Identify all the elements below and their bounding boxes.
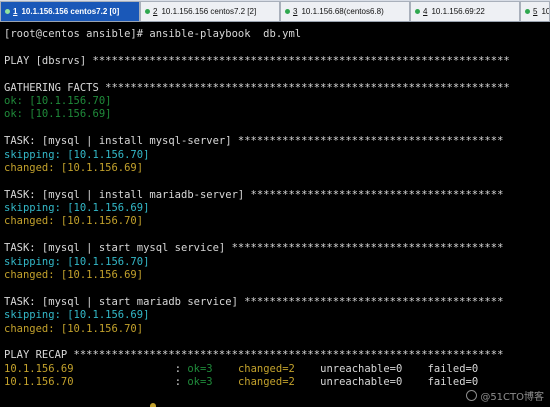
terminal-line: skipping: [10.1.156.69] bbox=[4, 202, 546, 215]
session-tab-4[interactable]: 4 10.1.156.69:22 bbox=[410, 1, 520, 21]
terminal-text-plain: unreachable=0 failed=0 bbox=[294, 362, 479, 375]
tab-number: 1 bbox=[13, 7, 18, 16]
terminal-line: 10.1.156.69 : ok=3 changed=2 unreachable… bbox=[4, 363, 546, 376]
terminal-text-changed: changed=2 bbox=[237, 376, 295, 389]
connection-status-icon bbox=[285, 9, 290, 14]
terminal-line: TASK: [mysql | install mysql-server] ***… bbox=[4, 135, 546, 148]
terminal-line: skipping: [10.1.156.69] bbox=[4, 309, 546, 322]
terminal-text-ok: ok: [10.1.156.70] bbox=[4, 94, 112, 107]
terminal-line: ok: [10.1.156.69] bbox=[4, 108, 546, 121]
terminal-line: TASK: [mysql | start mysql service] ****… bbox=[4, 242, 546, 255]
terminal-text-plain: TASK: [mysql | start mariadb service] **… bbox=[4, 295, 504, 308]
terminal-line: 10.1.156.70 : ok=3 changed=2 unreachable… bbox=[4, 376, 546, 389]
terminal-text-skip: skipping: [10.1.156.70] bbox=[4, 148, 150, 161]
terminal-line: skipping: [10.1.156.70] bbox=[4, 256, 546, 269]
terminal-text-plain: PLAY RECAP *****************************… bbox=[4, 349, 504, 362]
watermark-logo-icon bbox=[466, 390, 478, 401]
session-tab-5[interactable]: 510.1 bbox=[520, 1, 550, 21]
terminal-text-skip: skipping: [10.1.156.69] bbox=[4, 309, 150, 322]
terminal-line: changed: [10.1.156.69] bbox=[4, 162, 546, 175]
terminal-line: TASK: [mysql | start mariadb service] **… bbox=[4, 296, 546, 309]
terminal-text-changed: changed: [10.1.156.69] bbox=[4, 161, 144, 174]
terminal-text-changed: changed: [10.1.156.69] bbox=[4, 269, 144, 282]
terminal-line: skipping: [10.1.156.70] bbox=[4, 149, 546, 162]
terminal-line: GATHERING FACTS ************************… bbox=[4, 82, 546, 95]
tab-label: 10.1.156.156 centos7.2 [0] bbox=[21, 7, 120, 16]
terminal-text-plain: TASK: [mysql | install mariadb-server] *… bbox=[4, 188, 504, 201]
terminal-text-plain: GATHERING FACTS ************************… bbox=[4, 81, 510, 94]
session-tab-bar: 1 10.1.156.156 centos7.2 [0] 2 10.1.156.156… bbox=[0, 0, 550, 22]
terminal-line: PLAY [dbsrvs] **************************… bbox=[4, 55, 546, 68]
terminal-line: TASK: [mysql | install mariadb-server] *… bbox=[4, 189, 546, 202]
connection-status-icon bbox=[525, 9, 530, 14]
tab-number: 4 bbox=[423, 7, 428, 16]
tab-label: 10.1 bbox=[541, 7, 550, 16]
terminal-text-plain: : bbox=[73, 362, 188, 375]
terminal-text-changed: 10.1.156.69 bbox=[4, 362, 74, 375]
terminal-text-skip: skipping: [10.1.156.70] bbox=[4, 255, 150, 268]
terminal-text-ok: ok: [10.1.156.69] bbox=[4, 108, 112, 121]
mouse-cursor-icon bbox=[150, 403, 156, 407]
terminal-output[interactable]: [root@centos ansible]# ansible-playbook … bbox=[0, 22, 550, 407]
terminal-text-plain: unreachable=0 failed=0 bbox=[294, 376, 479, 389]
terminal-text-plain: [root@centos ansible]# ansible-playbook … bbox=[4, 28, 302, 40]
terminal-line: PLAY RECAP *****************************… bbox=[4, 349, 546, 362]
terminal-text-plain bbox=[213, 376, 238, 388]
terminal-line: changed: [10.1.156.69] bbox=[4, 269, 546, 282]
terminal-line: changed: [10.1.156.70] bbox=[4, 215, 546, 228]
terminal-text-skip: skipping: [10.1.156.69] bbox=[4, 202, 150, 215]
terminal-text-ok: ok=3 bbox=[187, 362, 213, 375]
terminal-text-changed: changed: [10.1.156.70] bbox=[4, 215, 144, 228]
terminal-text-changed: 10.1.156.70 bbox=[4, 376, 74, 389]
session-tab-1[interactable]: 1 10.1.156.156 centos7.2 [0] bbox=[0, 1, 140, 21]
terminal-text-plain bbox=[213, 363, 238, 375]
watermark: @51CTO博客 bbox=[466, 388, 544, 403]
session-tab-3[interactable]: 3 10.1.156.68(centos6.8) bbox=[280, 1, 410, 21]
connection-status-icon bbox=[145, 9, 150, 14]
watermark-text: @51CTO博客 bbox=[480, 392, 544, 403]
tab-number: 3 bbox=[293, 7, 298, 16]
tab-label: 10.1.156.69:22 bbox=[431, 7, 485, 16]
terminal-text-ok: ok=3 bbox=[187, 376, 213, 389]
terminal-text-plain: PLAY [dbsrvs] **************************… bbox=[4, 54, 510, 67]
connection-status-icon bbox=[5, 9, 10, 14]
terminal-text-plain: TASK: [mysql | install mysql-server] ***… bbox=[4, 135, 504, 148]
terminal-text-changed: changed=2 bbox=[237, 362, 295, 375]
connection-status-icon bbox=[415, 9, 420, 14]
session-tab-2[interactable]: 2 10.1.156.156 centos7.2 [2] bbox=[140, 1, 280, 21]
tab-label: 10.1.156.68(centos6.8) bbox=[301, 7, 384, 16]
terminal-line: [root@centos ansible]# ansible-playbook … bbox=[4, 28, 546, 41]
tab-number: 5 bbox=[533, 7, 538, 16]
tab-number: 2 bbox=[153, 7, 158, 16]
tab-label: 10.1.156.156 centos7.2 [2] bbox=[161, 7, 257, 16]
terminal-text-plain: TASK: [mysql | start mysql service] ****… bbox=[4, 242, 504, 255]
terminal-line: ok: [10.1.156.70] bbox=[4, 95, 546, 108]
terminal-text-changed: changed: [10.1.156.70] bbox=[4, 322, 144, 335]
terminal-window: 1 10.1.156.156 centos7.2 [0] 2 10.1.156.156… bbox=[0, 0, 550, 407]
terminal-line: changed: [10.1.156.70] bbox=[4, 323, 546, 336]
terminal-text-plain: : bbox=[73, 376, 188, 389]
